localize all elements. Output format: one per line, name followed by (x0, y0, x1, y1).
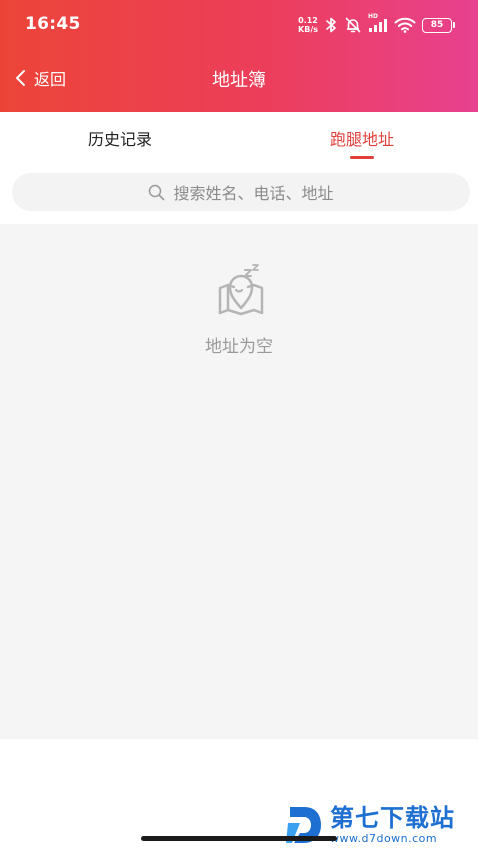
network-speed-unit: KB/s (298, 25, 318, 34)
bell-muted-icon (344, 16, 362, 34)
address-list-area: 地址为空 (0, 224, 478, 739)
battery-indicator: 85 (422, 17, 455, 33)
battery-level: 85 (430, 20, 444, 30)
page-title: 地址簿 (212, 70, 266, 91)
app-header: 16:45 0.12 KB/s HD 85 返回 地址簿 (0, 0, 478, 112)
empty-state-text: 地址为空 (205, 337, 273, 357)
watermark-text: 第七下载站 www.d7down.com (330, 806, 455, 844)
bluetooth-icon (324, 17, 338, 33)
watermark-title: 第七下载站 (330, 804, 455, 832)
search-input[interactable]: 搜索姓名、电话、地址 (12, 173, 470, 211)
tab-bar: 历史记录 跑腿地址 (0, 112, 478, 164)
empty-map-sleep-icon (214, 264, 268, 318)
search-placeholder: 搜索姓名、电话、地址 (173, 184, 334, 203)
wifi-icon (394, 17, 416, 33)
search-icon (148, 184, 165, 201)
network-speed: 0.12 KB/s (298, 16, 318, 34)
tab-history[interactable]: 历史记录 (40, 112, 200, 164)
watermark-url: www.d7down.com (330, 832, 438, 845)
signal-icon: HD (368, 13, 388, 33)
nav-bar: 返回 地址簿 (0, 56, 478, 100)
status-bar: 16:45 0.12 KB/s HD 85 (0, 0, 478, 50)
home-indicator[interactable] (141, 836, 337, 841)
status-icons: 0.12 KB/s HD 85 (298, 13, 456, 37)
status-time: 16:45 (25, 14, 81, 34)
network-speed-value: 0.12 (298, 16, 318, 25)
active-tab-indicator (350, 156, 374, 159)
watermark: 第七下载站 www.d7down.com (284, 800, 474, 850)
hd-label: HD (368, 13, 379, 20)
